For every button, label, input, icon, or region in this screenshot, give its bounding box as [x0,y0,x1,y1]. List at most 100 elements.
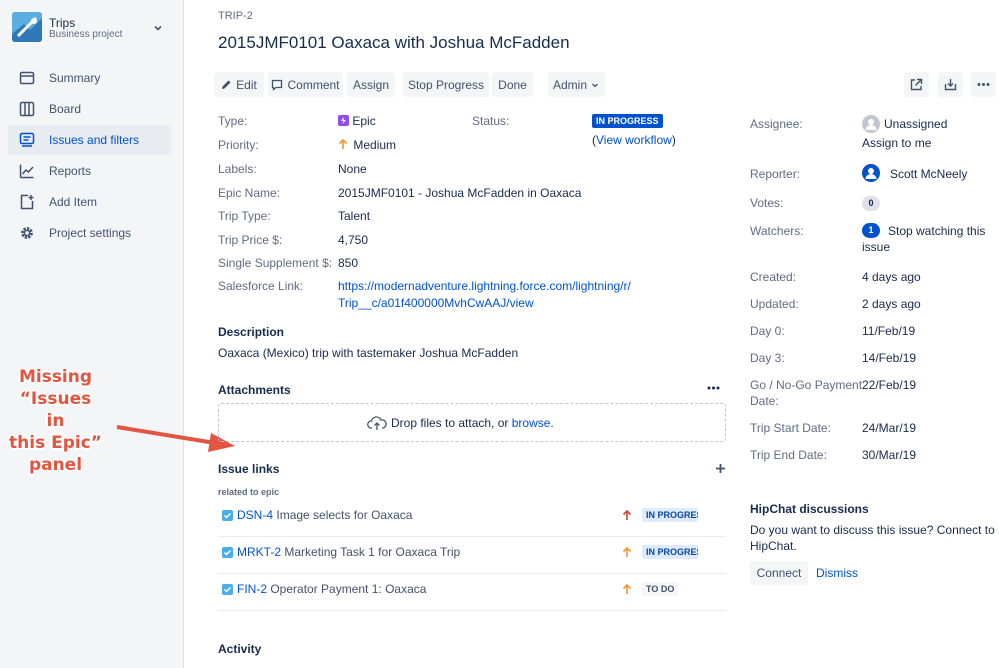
issue-link-item: MRKT-2 Marketing Task 1 for Oaxaca Trip [237,545,460,559]
sidebar-item-board[interactable]: Board [8,94,171,124]
stop-watching-link[interactable]: Stop watching this [888,224,985,238]
trip-start-value[interactable]: 24/Mar/19 [862,421,916,435]
project-logo-icon[interactable] [12,12,42,42]
dropzone-text: Drop files to attach, or browse. [391,416,554,430]
day3-value[interactable]: 14/Feb/19 [862,351,916,365]
done-button[interactable]: Done [492,72,533,97]
sidebar-item-issues-and-filters[interactable]: Issues and filters [8,125,171,155]
salesforce-link[interactable]: https://modernadventure.lightning.force.… [338,279,631,310]
day3-label: Day 3: [750,351,785,365]
task-checkbox-icon [222,510,233,521]
export-button[interactable] [938,72,963,97]
assign-to-me-link[interactable]: Assign to me [862,136,931,150]
sidebar-item-label: Project settings [49,226,132,240]
project-name[interactable]: Trips [49,16,75,30]
status-badge: IN PROGRESS [642,545,698,559]
day0-label: Day 0: [750,324,785,338]
share-button[interactable] [904,72,929,97]
project-type: Business project [49,29,123,40]
labels-value[interactable]: None [338,162,367,176]
issue-key-link[interactable]: MRKT-2 [237,545,281,559]
assign-label: Assign [352,77,390,92]
created-value: 4 days ago [862,270,921,284]
more-actions-button[interactable] [971,72,996,97]
chevron-down-icon [592,83,598,87]
issues-icon [19,132,35,147]
issue-summary-link[interactable]: Operator Payment 1: Oaxaca [270,582,426,596]
priority-medium-icon [622,546,632,557]
sidebar-item-add-item[interactable]: Add Item [8,187,171,217]
votes-count-badge[interactable]: 0 [862,196,880,211]
salesforce-link-line[interactable]: https://modernadventure.lightning.force.… [338,279,631,293]
gonogo-value[interactable]: 22/Feb/19 [862,378,916,392]
reporter-label: Reporter: [750,167,801,181]
sidebar-item-reports[interactable]: Reports [8,156,171,186]
issue-links-heading: Issue links [218,462,280,476]
attachments-more-icon[interactable] [707,385,720,391]
assignee-label: Assignee: [750,117,803,131]
reporter-value[interactable]: Scott McNeely [890,167,967,181]
day0-value[interactable]: 11/Feb/19 [862,324,915,338]
connect-button[interactable]: Connect [750,561,808,585]
trip-price-value[interactable]: 4,750 [338,233,368,247]
issue-summary-link[interactable]: Image selects for Oaxaca [276,508,412,522]
epic-name-value[interactable]: 2015JMF0101 - Joshua McFadden in Oaxaca [338,186,581,200]
epic-name-label: Epic Name: [218,186,281,200]
issue-key-link[interactable]: FIN-2 [237,582,267,596]
epic-icon [338,115,349,126]
description-text[interactable]: Oaxaca (Mexico) trip with tastemaker Jos… [218,346,518,360]
table-row[interactable]: DSN-4 Image selects for Oaxaca IN PROGRE… [218,500,726,537]
single-supplement-value[interactable]: 850 [338,256,358,270]
relation-label: related to epic [218,487,280,497]
unassigned-avatar-icon [862,115,880,133]
watchers-label: Watchers: [750,224,804,238]
table-row[interactable]: FIN-2 Operator Payment 1: Oaxaca TO DO [218,574,726,611]
view-workflow-link[interactable]: View workflow [596,133,672,147]
issue-key-breadcrumb[interactable]: TRIP-2 [218,10,253,22]
admin-dropdown[interactable]: Admin [548,72,605,97]
table-row[interactable]: MRKT-2 Marketing Task 1 for Oaxaca Trip … [218,537,726,574]
comment-button[interactable]: Comment [268,72,343,97]
sidebar-item-label: Add Item [49,195,98,209]
trip-end-value[interactable]: 30/Mar/19 [862,448,916,462]
edit-label: Edit [236,77,257,92]
annotation-callout: Missing “Issues in this Epic” panel [8,366,103,476]
trip-price-label: Trip Price $: [218,233,283,247]
sidebar-item-summary[interactable]: Summary [8,63,171,93]
issue-summary-link[interactable]: Marketing Task 1 for Oaxaca Trip [284,545,460,559]
attachment-dropzone[interactable]: Drop files to attach, or browse. [218,403,726,442]
chevron-down-icon[interactable] [152,22,164,34]
board-icon [19,101,35,117]
reports-icon [19,164,34,179]
labels-label: Labels: [218,162,257,176]
page-title[interactable]: 2015JMF0101 Oaxaca with Joshua McFadden [218,33,570,53]
browse-link[interactable]: browse. [512,416,554,430]
single-supplement-label: Single Supplement $: [218,256,333,270]
export-icon [944,79,957,91]
view-workflow-wrapper: (View workflow) [592,133,676,147]
plus-icon[interactable] [715,463,726,474]
sidebar-item-project-settings[interactable]: Project settings [8,218,171,248]
paren-close: ) [671,133,676,147]
arrow-up-icon [338,138,348,149]
sidebar-item-label: Board [49,102,82,116]
status-badge: TO DO [642,582,679,596]
issue-key-link[interactable]: DSN-4 [237,508,273,522]
stop-progress-button[interactable]: Stop Progress [403,72,489,97]
trip-end-label: Trip End Date: [750,448,827,462]
dismiss-link[interactable]: Dismiss [816,566,858,580]
attachments-heading: Attachments [218,383,291,397]
annotation-line: panel [28,455,83,475]
salesforce-link-line[interactable]: Trip__c/a01f400000MvhCwAAJ/view [338,296,631,310]
summary-icon [19,71,35,85]
assign-button[interactable]: Assign [347,72,395,97]
edit-button[interactable]: Edit [214,72,264,97]
votes-label: Votes: [750,196,784,210]
watchers-count-badge[interactable]: 1 [862,223,880,238]
trip-type-value[interactable]: Talent [338,209,370,223]
annotation-line: Missing [18,367,93,387]
assignee-value[interactable]: Unassigned [884,117,947,131]
priority-text: Medium [353,138,397,152]
cloud-upload-icon [367,416,387,430]
stop-watching-link-cont[interactable]: issue [862,240,890,254]
